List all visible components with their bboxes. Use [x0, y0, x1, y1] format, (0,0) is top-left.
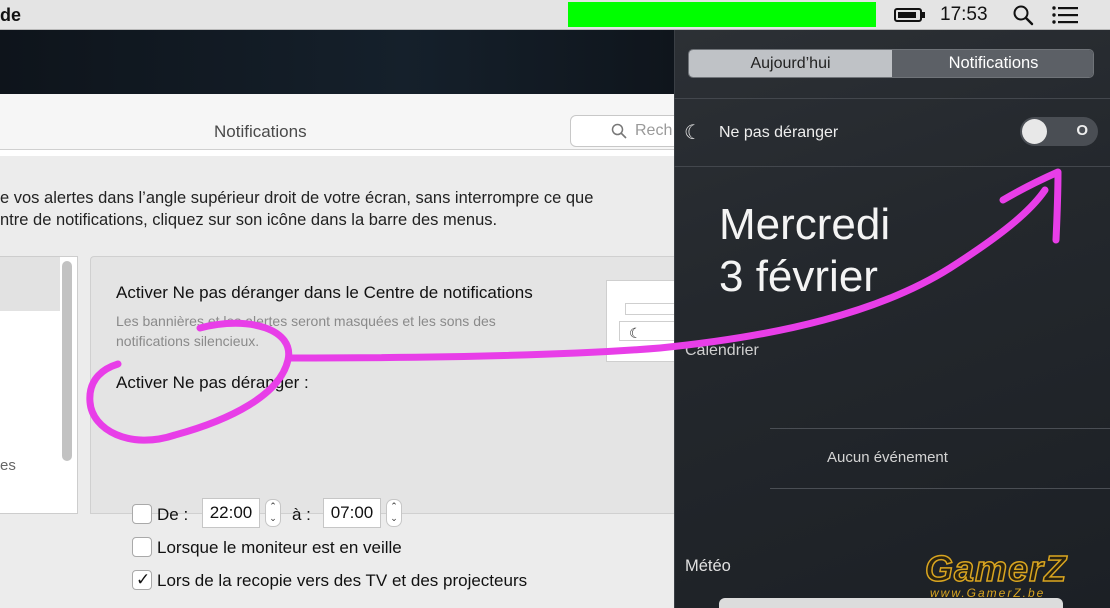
description-line-2: ntre de notifications, cliquez sur son i…: [0, 211, 498, 229]
divider: [674, 98, 1110, 99]
from-time-stepper[interactable]: ⌃ ⌄: [265, 499, 281, 527]
selected-list-item[interactable]: [0, 257, 60, 311]
calendar-widget-title: Calendrier: [685, 342, 759, 359]
toggle-knob: [1022, 119, 1047, 144]
to-label: à :: [292, 505, 311, 524]
tab-today[interactable]: Aujourd’hui: [689, 50, 892, 77]
divider: [770, 488, 1110, 489]
redacted-highlight: [568, 2, 876, 27]
list-scrollbar[interactable]: [62, 261, 72, 461]
toggle-off-indicator: O: [1076, 122, 1088, 139]
search-placeholder: Rech: [635, 122, 673, 139]
watermark-url: www.GamerZ.be: [930, 586, 1046, 600]
sleep-checkbox[interactable]: [132, 537, 152, 557]
desktop-background: [0, 30, 674, 94]
watermark-logo: GamerZ: [924, 547, 1068, 590]
from-checkbox[interactable]: [132, 504, 152, 524]
spotlight-search-icon[interactable]: [1012, 4, 1034, 26]
dnd-schedule-heading: Activer Ne pas déranger :: [116, 373, 309, 392]
divider: [674, 166, 1110, 167]
weather-widget-title: Météo: [685, 557, 731, 575]
preview-bar: [619, 321, 675, 341]
dnd-label: Ne pas déranger: [719, 124, 839, 141]
app-menu[interactable]: de: [0, 5, 21, 26]
preferences-search-field[interactable]: Rech: [570, 115, 680, 147]
moon-icon: ☾: [629, 325, 642, 341]
date-full: 3 février: [719, 252, 878, 301]
mirroring-checkbox[interactable]: [132, 570, 152, 590]
description-line-1: e vos alertes dans l’angle supérieur dro…: [0, 189, 594, 207]
menu-bar: de 17:53: [0, 0, 1110, 30]
nc-segmented-control: Aujourd’hui Notifications: [688, 49, 1094, 78]
moon-icon: ☾: [684, 122, 702, 144]
dnd-preview-image: ☾: [606, 280, 675, 362]
from-label: De :: [157, 505, 189, 524]
tab-notifications[interactable]: Notifications: [892, 50, 1093, 77]
date-day: Mercredi: [719, 200, 891, 249]
dnd-nc-description-1: Les bannières et les alertes seront masq…: [116, 313, 496, 329]
menubar-clock[interactable]: 17:53: [940, 4, 988, 26]
dnd-nc-description-2: notifications silencieux.: [116, 333, 260, 349]
list-item-label[interactable]: es: [0, 457, 16, 474]
search-icon: [611, 123, 627, 139]
mirroring-label: Lors de la recopie vers des TV et des pr…: [157, 571, 528, 590]
dnd-toggle[interactable]: O: [1020, 117, 1098, 146]
apps-list[interactable]: es: [0, 256, 78, 514]
to-time-field[interactable]: 07:00: [323, 498, 381, 528]
battery-icon[interactable]: [894, 8, 925, 22]
dnd-nc-heading: Activer Ne pas déranger dans le Centre d…: [116, 283, 533, 302]
sleep-label: Lorsque le moniteur est en veille: [157, 538, 402, 557]
from-time-field[interactable]: 22:00: [202, 498, 260, 528]
preview-bar: [625, 303, 675, 315]
preferences-title: Notifications: [214, 122, 307, 141]
divider: [770, 428, 1110, 429]
to-time-stepper[interactable]: ⌃ ⌄: [386, 499, 402, 527]
notification-center-icon[interactable]: [1052, 6, 1078, 24]
no-event-text: Aucun événement: [827, 449, 948, 466]
